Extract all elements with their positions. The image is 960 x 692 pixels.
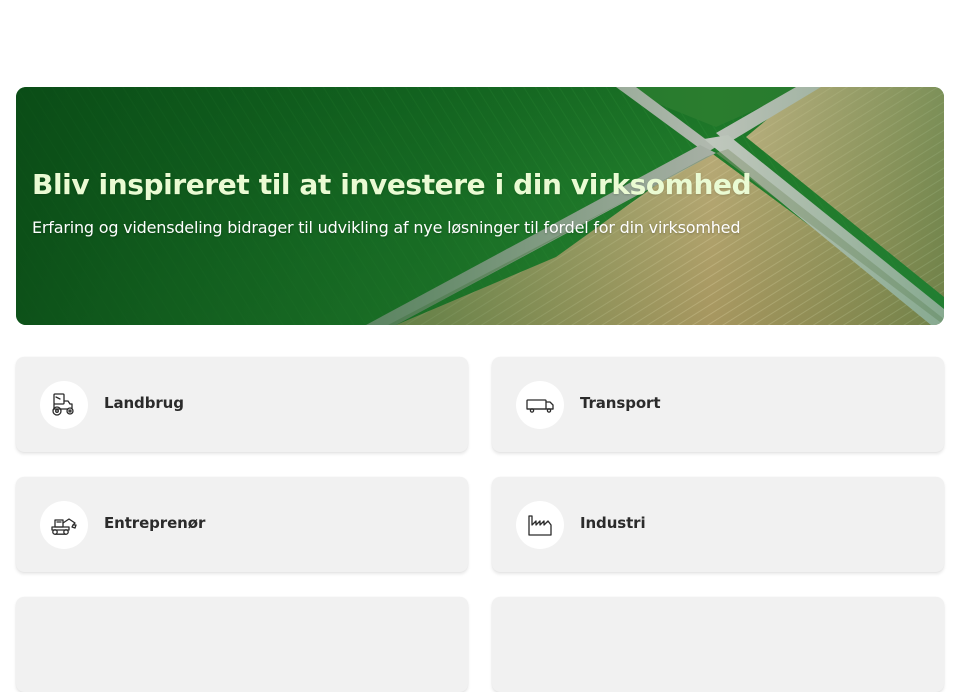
category-label: Industri bbox=[580, 514, 646, 532]
category-label: Landbrug bbox=[104, 394, 184, 412]
factory-icon bbox=[516, 501, 564, 549]
excavator-icon bbox=[40, 501, 88, 549]
category-card-partial-right[interactable] bbox=[492, 597, 944, 692]
category-card-transport[interactable]: Transport bbox=[492, 357, 944, 452]
category-card-entreprenor[interactable]: Entreprenør bbox=[16, 477, 468, 572]
category-label: Transport bbox=[580, 394, 661, 412]
hero-subtitle: Erfaring og vidensdeling bidrager til ud… bbox=[32, 218, 741, 237]
category-label: Entreprenør bbox=[104, 514, 206, 532]
category-card-partial-left[interactable] bbox=[16, 597, 468, 692]
tractor-icon bbox=[40, 381, 88, 429]
hero-title: Bliv inspireret til at investere i din v… bbox=[32, 168, 752, 201]
category-card-industri[interactable]: Industri bbox=[492, 477, 944, 572]
hero-text: Bliv inspireret til at investere i din v… bbox=[32, 167, 928, 239]
truck-icon bbox=[516, 381, 564, 429]
hero-banner: Bliv inspireret til at investere i din v… bbox=[16, 87, 944, 325]
category-card-landbrug[interactable]: Landbrug bbox=[16, 357, 468, 452]
